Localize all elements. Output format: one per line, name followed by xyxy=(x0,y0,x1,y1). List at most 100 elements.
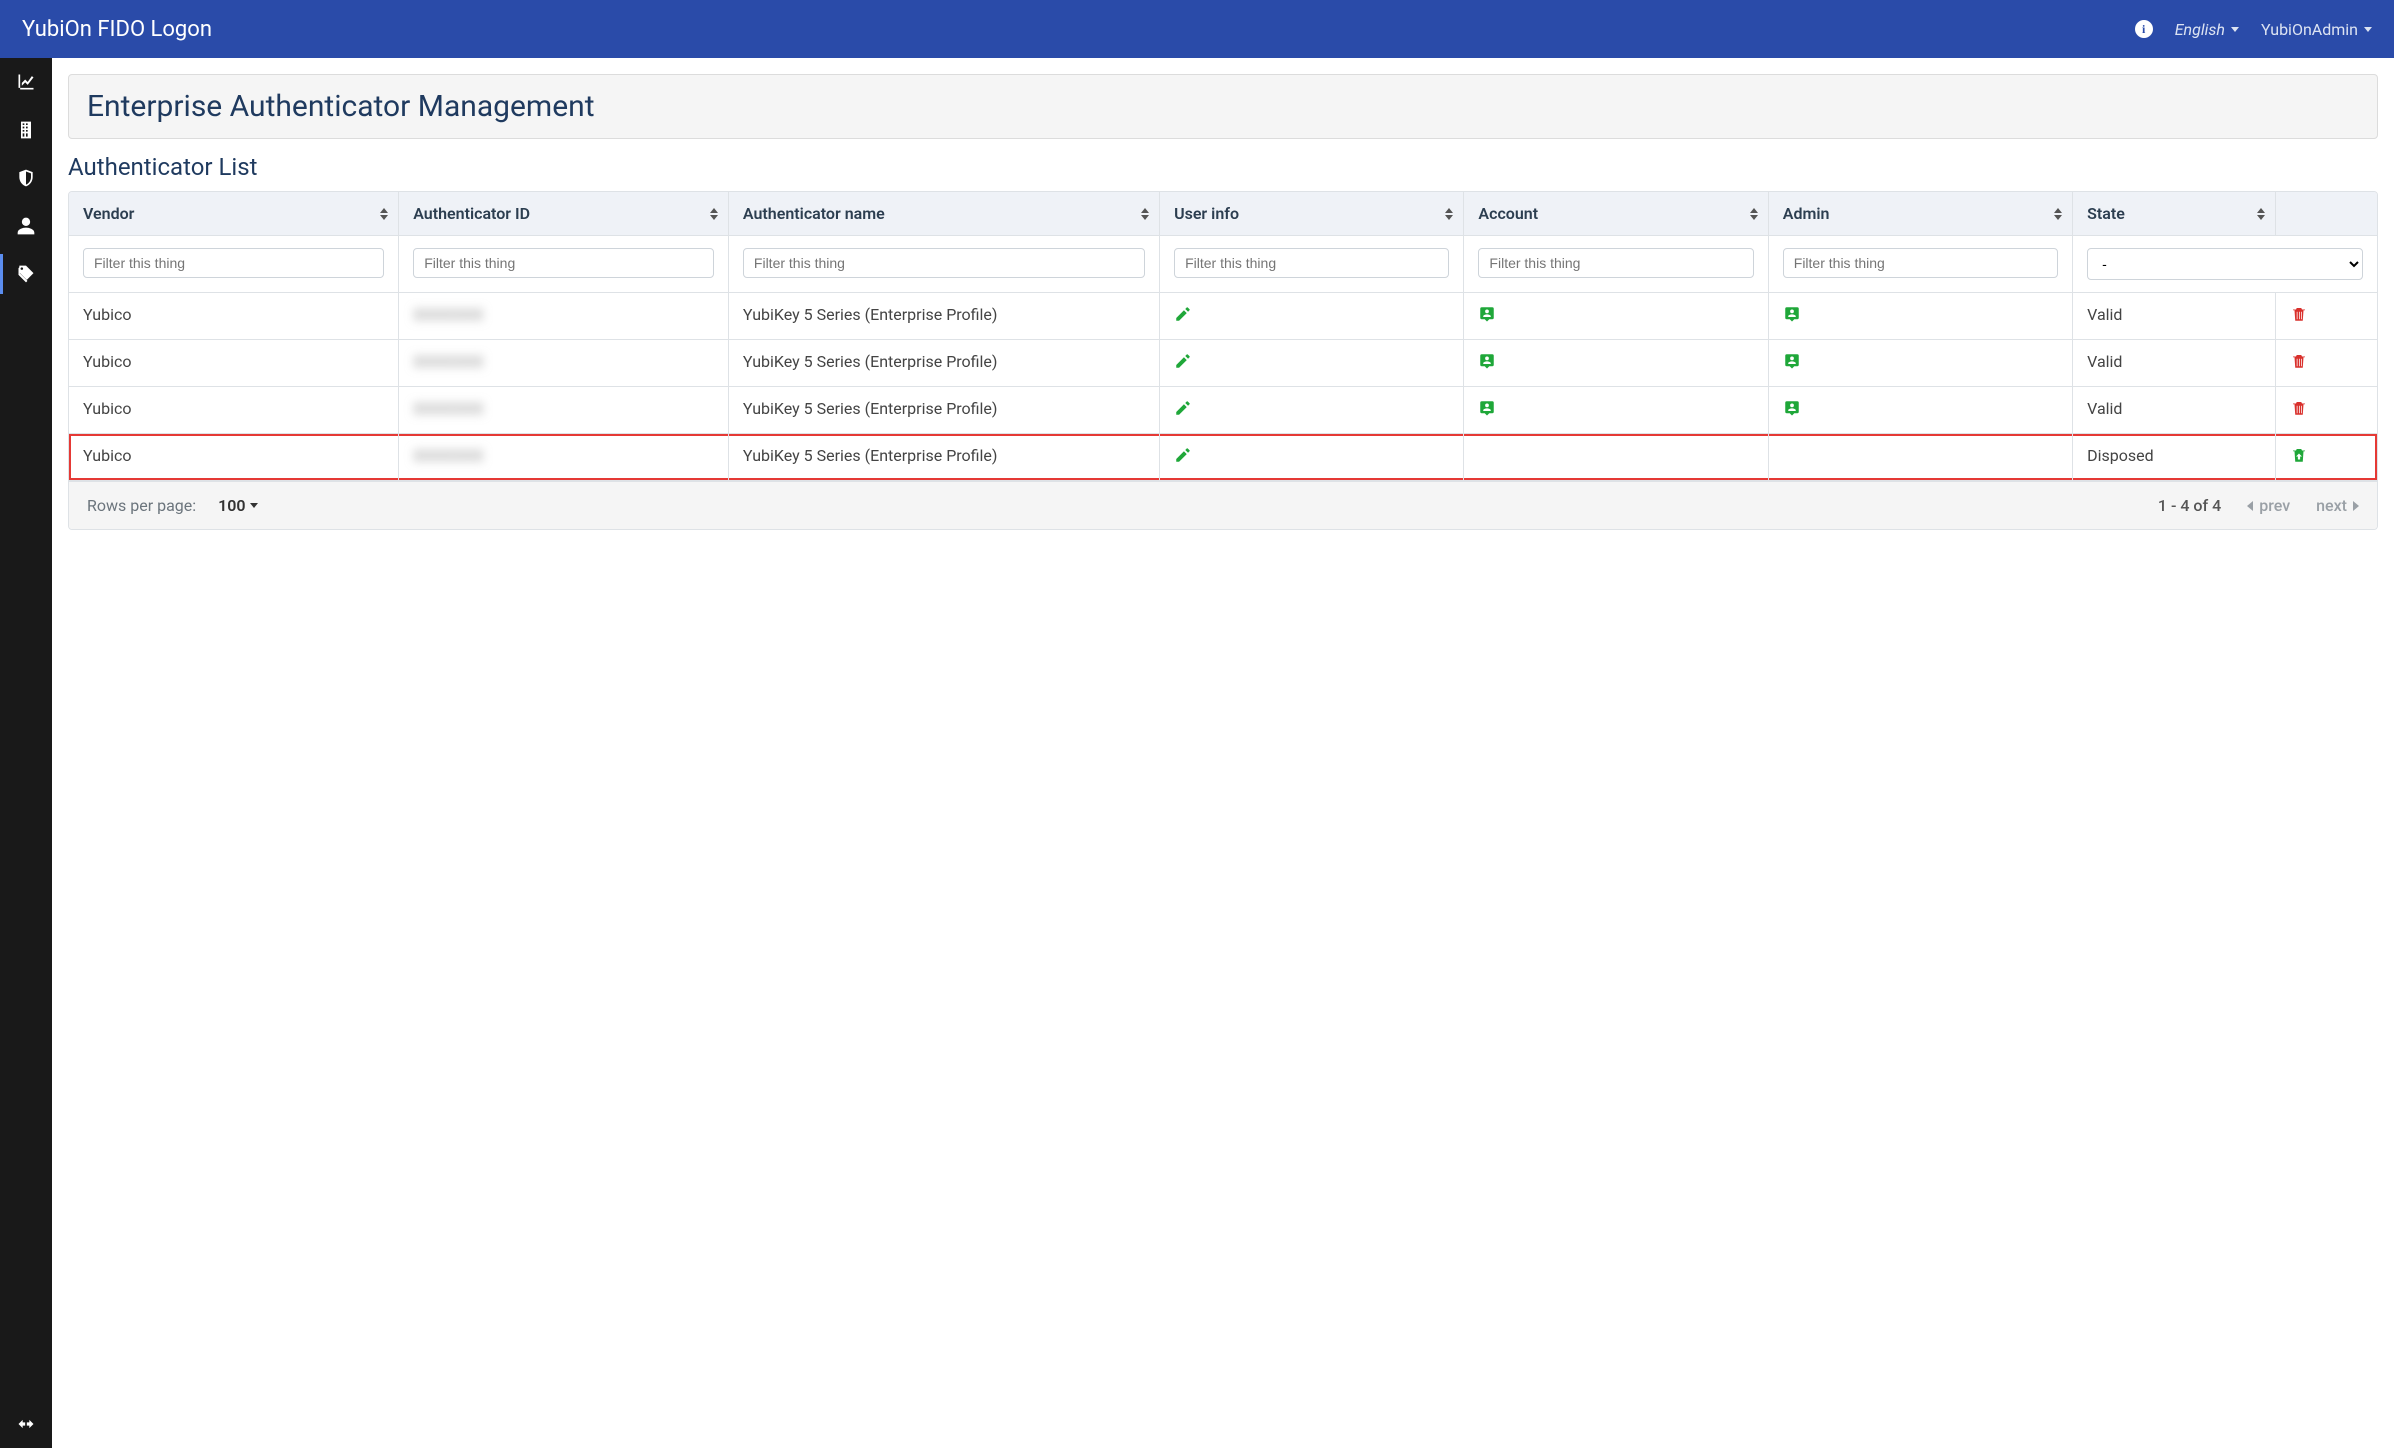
sort-icon xyxy=(1750,208,1758,220)
table-filter-row: - xyxy=(69,236,2377,293)
expand-icon xyxy=(16,1414,36,1434)
user-icon xyxy=(16,216,36,236)
cell-account xyxy=(1464,387,1768,434)
filter-auth-name[interactable] xyxy=(743,248,1145,278)
account-badge-icon[interactable] xyxy=(1478,402,1496,421)
sort-icon xyxy=(710,208,718,220)
tag-icon xyxy=(16,264,36,284)
filter-auth-id[interactable] xyxy=(413,248,714,278)
cell-admin xyxy=(1768,434,2072,481)
restore-icon[interactable] xyxy=(2290,449,2308,468)
col-state[interactable]: State xyxy=(2073,192,2276,236)
edit-icon[interactable] xyxy=(1174,402,1192,421)
authenticator-table: Vendor Authenticator ID Authenticator na… xyxy=(68,191,2378,530)
sidebar-item-users[interactable] xyxy=(0,202,52,250)
sort-icon xyxy=(2257,208,2265,220)
col-vendor[interactable]: Vendor xyxy=(69,192,399,236)
table-footer: Rows per page: 100 1 - 4 of 4 prev next xyxy=(69,481,2377,529)
edit-icon[interactable] xyxy=(1174,355,1192,374)
cell-vendor: Yubico xyxy=(69,387,399,434)
info-icon[interactable]: i xyxy=(2135,20,2153,38)
col-auth-name[interactable]: Authenticator name xyxy=(728,192,1159,236)
cell-state: Valid xyxy=(2073,387,2276,434)
sidebar-item-security[interactable] xyxy=(0,154,52,202)
table-row: YubicoXXXXXXXYubiKey 5 Series (Enterpris… xyxy=(69,387,2377,434)
brand-title: YubiOn FIDO Logon xyxy=(22,17,212,42)
topbar: YubiOn FIDO Logon i English YubiOnAdmin xyxy=(0,0,2394,58)
language-menu[interactable]: English xyxy=(2175,20,2239,39)
trash-icon[interactable] xyxy=(2290,402,2308,421)
cell-state: Valid xyxy=(2073,293,2276,340)
cell-state: Disposed xyxy=(2073,434,2276,481)
topbar-right: i English YubiOnAdmin xyxy=(2135,20,2372,39)
next-button[interactable]: next xyxy=(2316,496,2359,515)
col-action xyxy=(2275,192,2377,236)
sidebar-item-authenticators[interactable] xyxy=(0,250,52,298)
account-badge-icon[interactable] xyxy=(1478,355,1496,374)
cell-auth-id: XXXXXXX xyxy=(399,340,729,387)
table-row: YubicoXXXXXXXYubiKey 5 Series (Enterpris… xyxy=(69,340,2377,387)
chart-icon xyxy=(16,72,36,92)
edit-icon[interactable] xyxy=(1174,449,1192,468)
sort-icon xyxy=(380,208,388,220)
sort-icon xyxy=(1445,208,1453,220)
cell-vendor: Yubico xyxy=(69,434,399,481)
prev-button[interactable]: prev xyxy=(2247,496,2290,515)
filter-state[interactable]: - xyxy=(2087,248,2363,280)
cell-action xyxy=(2275,340,2377,387)
sidebar-item-organization[interactable] xyxy=(0,106,52,154)
cell-auth-id: XXXXXXX xyxy=(399,387,729,434)
chevron-down-icon xyxy=(2364,27,2372,32)
shield-icon xyxy=(16,168,36,188)
trash-icon[interactable] xyxy=(2290,355,2308,374)
main-content: Enterprise Authenticator Management Auth… xyxy=(52,58,2394,1448)
account-badge-icon[interactable] xyxy=(1478,308,1496,327)
page-title: Enterprise Authenticator Management xyxy=(87,89,2359,124)
col-user-info[interactable]: User info xyxy=(1160,192,1464,236)
trash-icon[interactable] xyxy=(2290,308,2308,327)
chevron-down-icon xyxy=(250,503,258,508)
cell-action xyxy=(2275,387,2377,434)
chevron-right-icon xyxy=(2353,501,2359,511)
rows-per-page-label: Rows per page: xyxy=(87,496,196,515)
table-header-row: Vendor Authenticator ID Authenticator na… xyxy=(69,192,2377,236)
filter-account[interactable] xyxy=(1478,248,1753,278)
language-label: English xyxy=(2175,20,2225,39)
admin-badge-icon[interactable] xyxy=(1783,402,1801,421)
cell-user-info xyxy=(1160,340,1464,387)
user-menu[interactable]: YubiOnAdmin xyxy=(2261,20,2372,39)
cell-admin xyxy=(1768,340,2072,387)
edit-icon[interactable] xyxy=(1174,308,1192,327)
admin-badge-icon[interactable] xyxy=(1783,308,1801,327)
pagination-range: 1 - 4 of 4 xyxy=(2158,496,2221,515)
cell-account xyxy=(1464,434,1768,481)
cell-auth-id: XXXXXXX xyxy=(399,293,729,340)
col-account[interactable]: Account xyxy=(1464,192,1768,236)
cell-vendor: Yubico xyxy=(69,340,399,387)
cell-auth-id: XXXXXXX xyxy=(399,434,729,481)
cell-user-info xyxy=(1160,387,1464,434)
table-row: YubicoXXXXXXXYubiKey 5 Series (Enterpris… xyxy=(69,293,2377,340)
sort-icon xyxy=(2054,208,2062,220)
page-header: Enterprise Authenticator Management xyxy=(68,74,2378,139)
cell-auth-name: YubiKey 5 Series (Enterprise Profile) xyxy=(728,293,1159,340)
cell-admin xyxy=(1768,387,2072,434)
col-auth-id[interactable]: Authenticator ID xyxy=(399,192,729,236)
admin-badge-icon[interactable] xyxy=(1783,355,1801,374)
cell-auth-name: YubiKey 5 Series (Enterprise Profile) xyxy=(728,340,1159,387)
cell-account xyxy=(1464,293,1768,340)
rows-per-page-select[interactable]: 100 xyxy=(218,496,257,515)
sidebar xyxy=(0,58,52,1448)
table-row: YubicoXXXXXXXYubiKey 5 Series (Enterpris… xyxy=(69,434,2377,481)
user-label: YubiOnAdmin xyxy=(2261,20,2358,39)
cell-state: Valid xyxy=(2073,340,2276,387)
col-admin[interactable]: Admin xyxy=(1768,192,2072,236)
sidebar-item-dashboard[interactable] xyxy=(0,58,52,106)
cell-admin xyxy=(1768,293,2072,340)
sidebar-toggle[interactable] xyxy=(0,1400,52,1448)
filter-user-info[interactable] xyxy=(1174,248,1449,278)
filter-admin[interactable] xyxy=(1783,248,2058,278)
cell-auth-name: YubiKey 5 Series (Enterprise Profile) xyxy=(728,434,1159,481)
cell-user-info xyxy=(1160,293,1464,340)
filter-vendor[interactable] xyxy=(83,248,384,278)
